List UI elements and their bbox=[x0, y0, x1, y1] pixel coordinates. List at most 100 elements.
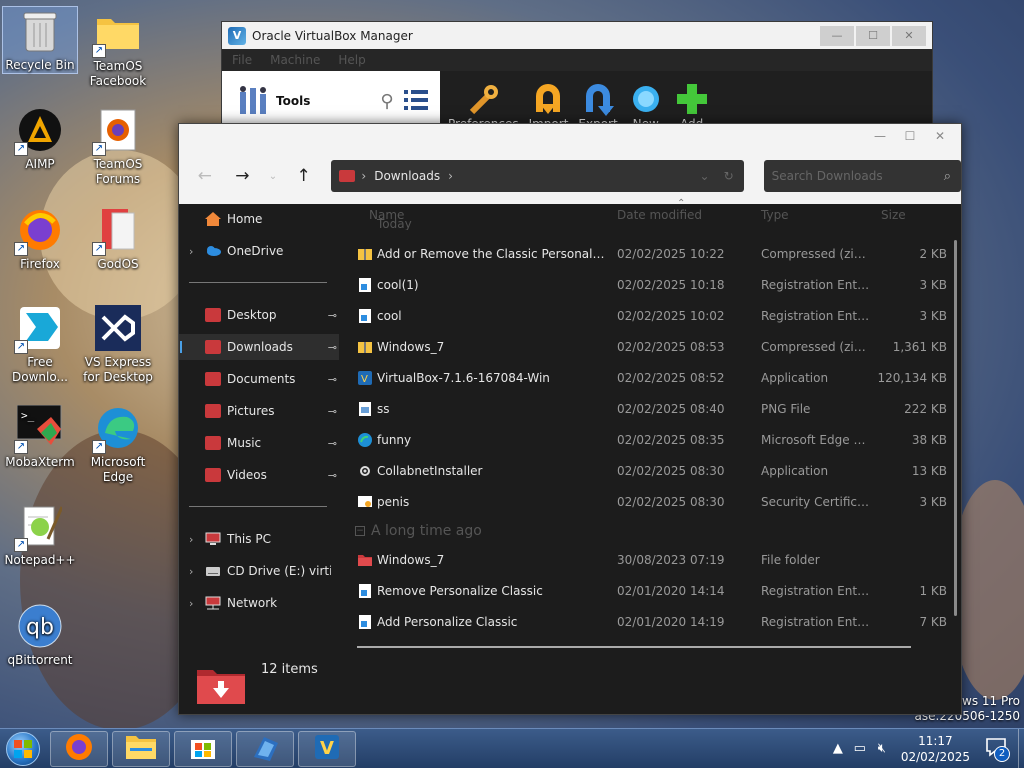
nav-cd-drive[interactable]: › CD Drive (E:) virtio- bbox=[179, 558, 339, 584]
pin-icon[interactable]: ⊸ bbox=[328, 341, 337, 354]
column-header-size[interactable]: Size bbox=[881, 208, 906, 228]
group-header-today[interactable]: Today bbox=[355, 218, 412, 230]
show-hidden-icons-chevron-icon[interactable]: ▲ bbox=[827, 741, 849, 756]
expand-chevron-icon[interactable]: › bbox=[189, 565, 205, 578]
desktop-icon-teamos-forums[interactable]: ↗ TeamOS Forums bbox=[80, 106, 156, 187]
desktop-icon-teamos-facebook[interactable]: ↗ TeamOS Facebook bbox=[80, 8, 156, 89]
file-row[interactable]: Add Personalize Classic 02/01/2020 14:19 R… bbox=[355, 609, 951, 635]
tools-panel[interactable]: Tools ⚲ bbox=[222, 71, 440, 131]
file-explorer-window[interactable]: — ☐ ✕ ← → ⌄ ↑ › Downloads › ⌄ ↻ ⌕ Home bbox=[178, 123, 962, 715]
minimize-button[interactable]: — bbox=[865, 125, 895, 147]
start-button[interactable] bbox=[0, 729, 46, 768]
file-size: 222 KB bbox=[904, 402, 947, 416]
pin-icon[interactable]: ⊸ bbox=[328, 309, 337, 322]
forward-button[interactable]: → bbox=[227, 160, 259, 192]
group-header-long-ago[interactable]: − A long time ago bbox=[355, 520, 482, 542]
nav-desktop[interactable]: Desktop ⊸ bbox=[179, 302, 339, 328]
file-row[interactable]: Remove Personalize Classic 02/01/2020 14:… bbox=[355, 578, 951, 604]
clock[interactable]: 11:17 02/02/2025 bbox=[901, 733, 970, 765]
maximize-button[interactable]: ☐ bbox=[895, 125, 925, 147]
pin-icon[interactable]: ⊸ bbox=[328, 373, 337, 386]
breadcrumb-separator: › bbox=[448, 169, 453, 183]
desktop-icon-firefox[interactable]: ↗ Firefox bbox=[2, 206, 78, 272]
file-row[interactable]: funny 02/02/2025 08:35 Microsoft Edge H...… bbox=[355, 427, 951, 453]
horizontal-scrollbar[interactable] bbox=[357, 646, 911, 648]
file-name: cool bbox=[377, 309, 402, 323]
column-header-type[interactable]: Type bbox=[761, 208, 789, 228]
address-box[interactable]: › Downloads › ⌄ ↻ bbox=[331, 160, 744, 192]
collapse-group-icon[interactable]: − bbox=[355, 526, 365, 536]
pin-icon[interactable]: ⊸ bbox=[328, 437, 337, 450]
notification-center-button[interactable]: 2 bbox=[980, 733, 1012, 765]
desktop-icon-notepad-plus-plus[interactable]: ↗ Notepad++ bbox=[2, 502, 78, 568]
nav-documents[interactable]: Documents ⊸ bbox=[179, 366, 339, 392]
expand-chevron-icon[interactable]: › bbox=[189, 533, 205, 546]
desktop-icon-free-download[interactable]: ↗ Free Downlo... bbox=[2, 304, 78, 385]
vertical-scrollbar[interactable] bbox=[954, 240, 957, 616]
up-button[interactable]: ↑ bbox=[288, 160, 320, 192]
column-header-date[interactable]: Date modified bbox=[617, 208, 702, 228]
file-row[interactable]: Windows_7 30/08/2023 07:19 File folder bbox=[355, 547, 951, 573]
nav-pictures[interactable]: Pictures ⊸ bbox=[179, 398, 339, 424]
breadcrumb-downloads[interactable]: Downloads bbox=[374, 169, 440, 183]
pin-icon[interactable]: ⊸ bbox=[328, 469, 337, 482]
menu-help[interactable]: Help bbox=[338, 53, 365, 67]
file-row[interactable]: CollabnetInstaller 02/02/2025 08:30 Applic… bbox=[355, 458, 951, 484]
show-desktop-button[interactable] bbox=[1018, 728, 1024, 768]
expand-chevron-icon[interactable]: › bbox=[189, 245, 205, 258]
menu-file[interactable]: File bbox=[232, 53, 252, 67]
nav-music[interactable]: Music ⊸ bbox=[179, 430, 339, 456]
expand-chevron-icon[interactable]: › bbox=[189, 597, 205, 610]
search-box[interactable]: ⌕ bbox=[763, 160, 961, 192]
monitor-icon[interactable]: ▭ bbox=[849, 741, 871, 756]
app-icon bbox=[358, 464, 372, 478]
explorer-titlebar[interactable]: — ☐ ✕ bbox=[179, 124, 961, 148]
file-row[interactable]: ss 02/02/2025 08:40 PNG File 222 KB bbox=[355, 396, 951, 422]
menu-machine[interactable]: Machine bbox=[270, 53, 320, 67]
address-dropdown-icon[interactable]: ⌄ bbox=[700, 169, 710, 183]
file-row[interactable]: Add or Remove the Classic Personalize C.… bbox=[355, 241, 951, 267]
file-row[interactable]: V VirtualBox-7.1.6-167084-Win 02/02/2025 0… bbox=[355, 365, 951, 391]
shortcut-arrow-icon: ↗ bbox=[92, 440, 106, 454]
nav-videos[interactable]: Videos ⊸ bbox=[179, 462, 339, 488]
close-button[interactable]: ✕ bbox=[892, 25, 926, 46]
desktop-icon-godos[interactable]: ↗ GodOS bbox=[80, 206, 156, 272]
volume-muted-icon[interactable]: 🔇︎ bbox=[871, 741, 893, 756]
virtualbox-menubar: File Machine Help bbox=[222, 49, 932, 71]
desktop-icon-recycle-bin[interactable]: Recycle Bin bbox=[2, 6, 78, 74]
file-type: Compressed (zipp... bbox=[761, 340, 871, 354]
minimize-button[interactable]: — bbox=[820, 25, 854, 46]
file-row[interactable]: penis 02/02/2025 08:30 Security Certificat… bbox=[355, 489, 951, 515]
refresh-icon[interactable]: ↻ bbox=[724, 169, 734, 183]
recent-locations-chevron-icon[interactable]: ⌄ bbox=[264, 160, 282, 192]
nav-home[interactable]: Home bbox=[179, 206, 339, 232]
taskbar: V ▲ ▭ 🔇︎ 11:17 02/02/2025 2 bbox=[0, 728, 1024, 768]
desktop-icon-qbittorrent[interactable]: qb qBittorrent bbox=[2, 602, 78, 668]
desktop-icon-aimp[interactable]: ↗ AIMP bbox=[2, 106, 78, 172]
onedrive-icon bbox=[205, 244, 221, 258]
virtualbox-titlebar[interactable]: V Oracle VirtualBox Manager — ☐ ✕ bbox=[222, 22, 932, 49]
desktop-icon-mobaxterm[interactable]: >_ ↗ MobaXterm bbox=[2, 404, 78, 470]
file-row[interactable]: Windows_7 02/02/2025 08:53 Compressed (zip… bbox=[355, 334, 951, 360]
pin-icon[interactable]: ⊸ bbox=[328, 405, 337, 418]
taskbar-microsoft-store[interactable] bbox=[174, 730, 232, 767]
nav-downloads[interactable]: Downloads ⊸ bbox=[179, 334, 339, 360]
file-row[interactable]: cool(1) 02/02/2025 10:18 Registration Entr… bbox=[355, 272, 951, 298]
taskbar-firefox[interactable] bbox=[50, 730, 108, 767]
taskbar-virtualbox[interactable]: V bbox=[298, 730, 356, 767]
maximize-button[interactable]: ☐ bbox=[856, 25, 890, 46]
file-row[interactable]: cool 02/02/2025 10:02 Registration Entries… bbox=[355, 303, 951, 329]
taskbar-virtualbox-installer[interactable] bbox=[236, 730, 294, 767]
pin-tool-icon[interactable]: ⚲ bbox=[380, 91, 393, 112]
nav-network[interactable]: › Network bbox=[179, 590, 339, 616]
nav-this-pc[interactable]: › This PC bbox=[179, 526, 339, 552]
search-input[interactable] bbox=[771, 169, 932, 183]
taskbar-file-explorer[interactable] bbox=[112, 730, 170, 767]
close-button[interactable]: ✕ bbox=[925, 125, 955, 147]
nav-onedrive[interactable]: › OneDrive bbox=[179, 238, 339, 264]
downloads-folder-icon bbox=[339, 170, 356, 182]
list-view-icon[interactable] bbox=[403, 88, 428, 115]
desktop-icon-vs-express[interactable]: VS Express for Desktop bbox=[80, 304, 156, 385]
desktop-icon-microsoft-edge[interactable]: ↗ Microsoft Edge bbox=[80, 404, 156, 485]
back-button[interactable]: ← bbox=[189, 160, 221, 192]
